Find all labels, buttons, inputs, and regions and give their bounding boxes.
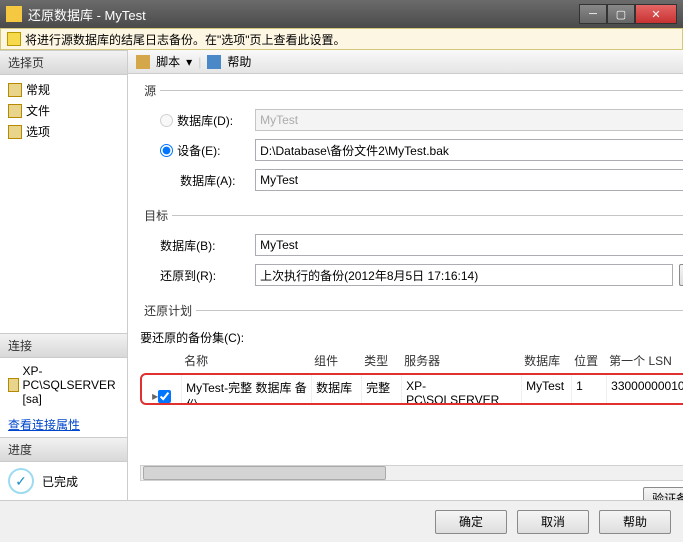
target-db-select[interactable]: MyTest [255,234,683,256]
table-row[interactable]: ▸ MyTest-完整 数据库 备份 数据库 完整 XP-PC\SQLSERVE… [142,375,683,405]
backupset-table: ▸ MyTest-完整 数据库 备份 数据库 完整 XP-PC\SQLSERVE… [140,373,683,405]
warning-bar: 将进行源数据库的结尾日志备份。在"选项"页上查看此设置。 [0,28,683,50]
script-button[interactable]: 脚本 [156,53,180,70]
window-title: 还原数据库 - MyTest [28,5,579,24]
plan-group: 还原计划 要还原的备份集(C): 名称 组件 类型 服务器 数据库 位置 第一个… [140,302,683,500]
page-icon [8,83,22,97]
sidebar-item-options[interactable]: 选项 [8,121,119,142]
app-icon [6,6,22,22]
page-icon [8,125,22,139]
source-db-select: MyTest [255,109,683,131]
minimize-button[interactable]: ─ [579,4,607,24]
titlebar: 还原数据库 - MyTest ─ ▢ ✕ [0,0,683,28]
ok-button[interactable]: 确定 [435,510,507,534]
validate-media-button[interactable]: 验证备份介质(V) [643,487,683,500]
restore-to-input[interactable] [255,264,673,286]
warning-icon [7,32,21,46]
horizontal-scrollbar[interactable] [140,465,683,481]
row-checkbox[interactable] [158,390,171,403]
toolbar: 脚本 ▾ | 帮助 [128,50,683,74]
script-icon [136,55,150,69]
sidebar-conn-header: 连接 [0,333,127,358]
timeline-button[interactable]: 时间线(T)... [679,264,683,286]
table-header: 名称 组件 类型 服务器 数据库 位置 第一个 LSN [140,350,683,371]
connection-info: XP-PC\SQLSERVER [sa] [8,362,119,408]
close-button[interactable]: ✕ [635,4,677,24]
help-footer-button[interactable]: 帮助 [599,510,671,534]
device-path-input[interactable] [255,139,683,161]
maximize-button[interactable]: ▢ [607,4,635,24]
view-connection-link[interactable]: 查看连接属性 [0,412,127,437]
sidebar-select-header: 选择页 [0,50,127,75]
warning-text: 将进行源数据库的结尾日志备份。在"选项"页上查看此设置。 [25,31,346,48]
dropdown-icon[interactable]: ▾ [186,55,192,69]
sidebar-item-general[interactable]: 常规 [8,79,119,100]
sidebar-item-files[interactable]: 文件 [8,100,119,121]
cancel-button[interactable]: 取消 [517,510,589,534]
source-group: 源 数据库(D): MyTest 设备(E): ... 数据库(A): MyTe… [140,82,683,199]
server-icon [8,378,19,392]
backupset-label: 要还原的备份集(C): [140,329,683,346]
check-icon: ✓ [8,468,34,494]
source-device-radio[interactable] [160,144,173,157]
source-dbk-select[interactable]: MyTest [255,169,683,191]
page-icon [8,104,22,118]
help-button[interactable]: 帮助 [227,53,251,70]
sidebar-progress-header: 进度 [0,437,127,462]
source-db-radio [160,114,173,127]
progress-indicator: ✓ 已完成 [0,462,127,500]
target-group: 目标 数据库(B): MyTest 还原到(R): 时间线(T)... [140,207,683,294]
dialog-footer: 确定 取消 帮助 [0,500,683,542]
sidebar: 选择页 常规 文件 选项 连接 XP-PC\SQLSERVER [sa] 查看连… [0,50,128,500]
help-icon [207,55,221,69]
